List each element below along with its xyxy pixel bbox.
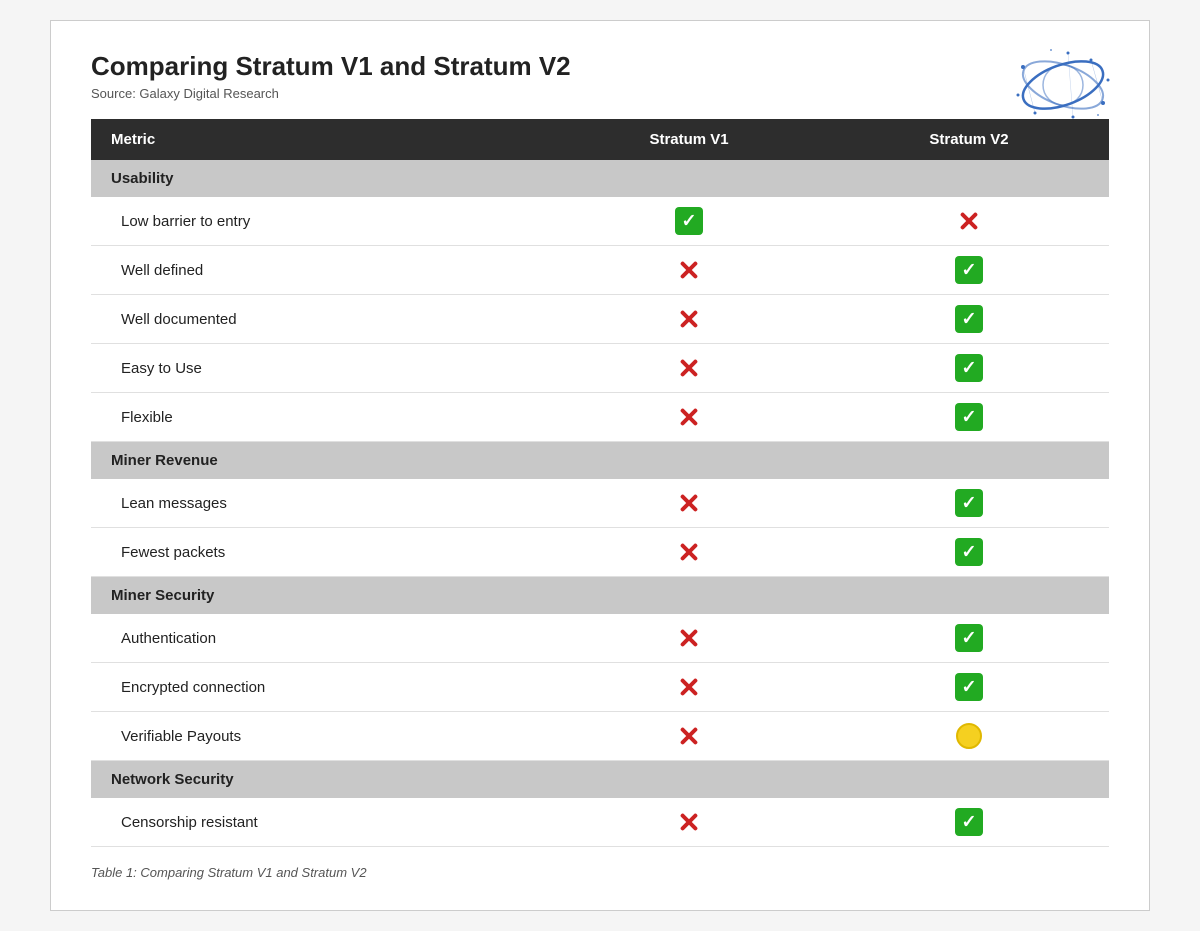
metric-label: Encrypted connection bbox=[91, 663, 549, 712]
metric-label: Easy to Use bbox=[91, 344, 549, 393]
table-caption: Table 1: Comparing Stratum V1 and Stratu… bbox=[91, 865, 1109, 880]
section-header-row: Usability bbox=[91, 160, 1109, 197]
v1-cell bbox=[549, 246, 829, 295]
table-row: Authentication bbox=[91, 614, 1109, 663]
metric-label: Well defined bbox=[91, 246, 549, 295]
metric-label: Authentication bbox=[91, 614, 549, 663]
check-icon bbox=[955, 256, 983, 284]
table-row: Verifiable Payouts bbox=[91, 712, 1109, 761]
cross-icon bbox=[675, 256, 703, 284]
source-label: Source: Galaxy Digital Research bbox=[91, 86, 1109, 101]
v1-cell bbox=[549, 528, 829, 577]
metric-label: Fewest packets bbox=[91, 528, 549, 577]
table-row: Flexible bbox=[91, 393, 1109, 442]
v2-cell bbox=[829, 197, 1109, 246]
v2-cell bbox=[829, 479, 1109, 528]
v2-cell bbox=[829, 246, 1109, 295]
section-header-label: Usability bbox=[91, 160, 1109, 197]
table-row: Low barrier to entry bbox=[91, 197, 1109, 246]
check-icon bbox=[955, 624, 983, 652]
check-icon bbox=[955, 489, 983, 517]
v2-cell bbox=[829, 528, 1109, 577]
table-row: Easy to Use bbox=[91, 344, 1109, 393]
v1-cell bbox=[549, 663, 829, 712]
section-header-label: Network Security bbox=[91, 761, 1109, 799]
section-header-label: Miner Revenue bbox=[91, 442, 1109, 480]
v1-cell bbox=[549, 393, 829, 442]
table-row: Lean messages bbox=[91, 479, 1109, 528]
section-header-label: Miner Security bbox=[91, 577, 1109, 615]
metric-label: Well documented bbox=[91, 295, 549, 344]
check-icon bbox=[955, 538, 983, 566]
v1-cell bbox=[549, 798, 829, 847]
metric-label: Verifiable Payouts bbox=[91, 712, 549, 761]
page-title: Comparing Stratum V1 and Stratum V2 bbox=[91, 51, 1109, 82]
cross-icon bbox=[675, 489, 703, 517]
metric-label: Low barrier to entry bbox=[91, 197, 549, 246]
cross-icon bbox=[675, 305, 703, 333]
v1-cell bbox=[549, 712, 829, 761]
cross-icon bbox=[675, 354, 703, 382]
col-v1: Stratum V1 bbox=[549, 119, 829, 160]
section-header-row: Miner Security bbox=[91, 577, 1109, 615]
v1-cell bbox=[549, 197, 829, 246]
table-row: Fewest packets bbox=[91, 528, 1109, 577]
check-icon bbox=[675, 207, 703, 235]
v2-cell bbox=[829, 663, 1109, 712]
section-header-row: Network Security bbox=[91, 761, 1109, 799]
cross-icon bbox=[675, 808, 703, 836]
check-icon bbox=[955, 673, 983, 701]
v2-cell bbox=[829, 614, 1109, 663]
main-card: Comparing Stratum V1 and Stratum V2 Sour… bbox=[50, 20, 1150, 911]
comparison-table: Metric Stratum V1 Stratum V2 UsabilityLo… bbox=[91, 119, 1109, 847]
metric-label: Lean messages bbox=[91, 479, 549, 528]
col-metric: Metric bbox=[91, 119, 549, 160]
cross-icon bbox=[955, 207, 983, 235]
table-row: Well documented bbox=[91, 295, 1109, 344]
cross-icon bbox=[675, 624, 703, 652]
v2-cell bbox=[829, 344, 1109, 393]
metric-label: Censorship resistant bbox=[91, 798, 549, 847]
cross-icon bbox=[675, 673, 703, 701]
table-row: Censorship resistant bbox=[91, 798, 1109, 847]
title-section: Comparing Stratum V1 and Stratum V2 Sour… bbox=[91, 51, 1109, 101]
v1-cell bbox=[549, 479, 829, 528]
cross-icon bbox=[675, 403, 703, 431]
check-icon bbox=[955, 808, 983, 836]
v2-cell bbox=[829, 798, 1109, 847]
col-v2: Stratum V2 bbox=[829, 119, 1109, 160]
v1-cell bbox=[549, 344, 829, 393]
v2-cell bbox=[829, 712, 1109, 761]
check-icon bbox=[955, 403, 983, 431]
galaxy-logo bbox=[1013, 45, 1113, 125]
v1-cell bbox=[549, 295, 829, 344]
circle-icon bbox=[956, 723, 982, 749]
check-icon bbox=[955, 305, 983, 333]
v2-cell bbox=[829, 393, 1109, 442]
section-header-row: Miner Revenue bbox=[91, 442, 1109, 480]
table-row: Encrypted connection bbox=[91, 663, 1109, 712]
v1-cell bbox=[549, 614, 829, 663]
cross-icon bbox=[675, 722, 703, 750]
table-header-row: Metric Stratum V1 Stratum V2 bbox=[91, 119, 1109, 160]
cross-icon bbox=[675, 538, 703, 566]
metric-label: Flexible bbox=[91, 393, 549, 442]
check-icon bbox=[955, 354, 983, 382]
v2-cell bbox=[829, 295, 1109, 344]
table-row: Well defined bbox=[91, 246, 1109, 295]
